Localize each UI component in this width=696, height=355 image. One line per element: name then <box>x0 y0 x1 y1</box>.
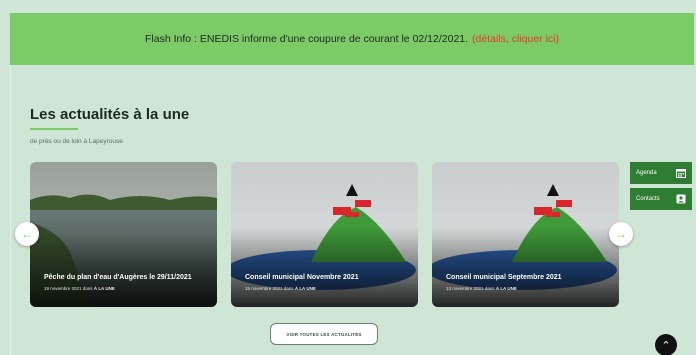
arrow-left-icon: ← <box>21 227 33 241</box>
card-title[interactable]: Conseil municipal Septembre 2021 <box>446 274 562 281</box>
section-title: Les actualités à la une <box>30 106 190 123</box>
card-date: 15 novembre 2021 dans <box>245 286 294 291</box>
flash-banner: Flash Info : ENEDIS informe d'une coupur… <box>10 13 694 65</box>
carousel-prev-button[interactable]: ← <box>15 222 39 246</box>
agenda-button[interactable]: Agenda <box>630 162 692 184</box>
carousel-next-button[interactable]: → <box>609 222 633 246</box>
arrow-right-icon: → <box>615 227 627 241</box>
all-news-button[interactable]: VOIR TOUTES LES ACTUALITÉS <box>270 323 378 345</box>
card-date: 19 novembre 2021 dans <box>44 286 93 291</box>
news-card[interactable]: Pêche du plan d'eau d'Augères le 29/11/2… <box>30 162 217 307</box>
flash-link[interactable]: (détails, cliquer ici) <box>472 33 559 45</box>
title-underline <box>30 128 78 130</box>
card-category[interactable]: À LA UNE <box>295 286 316 291</box>
calendar-icon <box>676 169 686 178</box>
card-category[interactable]: À LA UNE <box>496 286 517 291</box>
news-card[interactable]: Conseil municipal Septembre 2021 13 nove… <box>432 162 619 307</box>
card-title[interactable]: Conseil municipal Novembre 2021 <box>245 274 359 281</box>
card-meta: 13 novembre 2021 dans À LA UNE <box>446 286 517 291</box>
card-meta: 15 novembre 2021 dans À LA UNE <box>245 286 316 291</box>
card-meta: 19 novembre 2021 dans À LA UNE <box>44 286 115 291</box>
news-card[interactable]: Conseil municipal Novembre 2021 15 novem… <box>231 162 418 307</box>
agenda-label: Agenda <box>636 170 657 176</box>
card-category[interactable]: À LA UNE <box>94 286 115 291</box>
section-subtitle: de près ou de loin à Lapeyrouse <box>30 138 123 145</box>
contacts-button[interactable]: Contacts <box>630 188 692 210</box>
card-date: 13 novembre 2021 dans <box>446 286 495 291</box>
scroll-top-button[interactable]: ⌃ <box>655 334 677 355</box>
card-title[interactable]: Pêche du plan d'eau d'Augères le 29/11/2… <box>44 274 192 281</box>
contact-icon <box>676 194 686 204</box>
flash-text: Flash Info : ENEDIS informe d'une coupur… <box>145 33 469 45</box>
chevron-up-icon: ⌃ <box>661 339 671 352</box>
contacts-label: Contacts <box>636 196 660 202</box>
